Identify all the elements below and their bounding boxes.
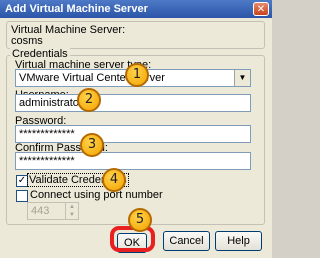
password-field[interactable]: ************* xyxy=(15,125,251,143)
callout-2: 2 xyxy=(77,88,101,112)
confirm-password-field[interactable]: ************* xyxy=(15,152,251,170)
callout-4: 4 xyxy=(102,168,126,192)
port-number-field[interactable]: 443 ▲ ▼ xyxy=(27,202,79,220)
window-title: Add Virtual Machine Server xyxy=(5,3,148,15)
username-field[interactable]: administrator xyxy=(15,94,251,112)
callout-5: 5 xyxy=(128,208,152,232)
close-icon[interactable]: ✕ xyxy=(253,2,269,16)
port-number-value: 443 xyxy=(31,205,50,217)
port-label[interactable]: Connect using port number xyxy=(30,189,163,201)
title-bar: Add Virtual Machine Server xyxy=(0,0,272,18)
port-spinner[interactable]: ▲ ▼ xyxy=(65,203,78,219)
spin-down-icon[interactable]: ▼ xyxy=(66,211,78,219)
spin-up-icon[interactable]: ▲ xyxy=(66,203,78,211)
dialog-window: Add Virtual Machine Server ✕ Virtual Mac… xyxy=(0,0,272,258)
callout-3: 3 xyxy=(80,133,104,157)
chevron-down-icon[interactable]: ▼ xyxy=(234,70,250,86)
callout-1: 1 xyxy=(125,63,149,87)
server-name: cosms xyxy=(11,35,43,47)
cancel-button[interactable]: Cancel xyxy=(163,231,210,251)
help-button[interactable]: Help xyxy=(215,231,262,251)
port-checkbox[interactable] xyxy=(16,190,28,202)
